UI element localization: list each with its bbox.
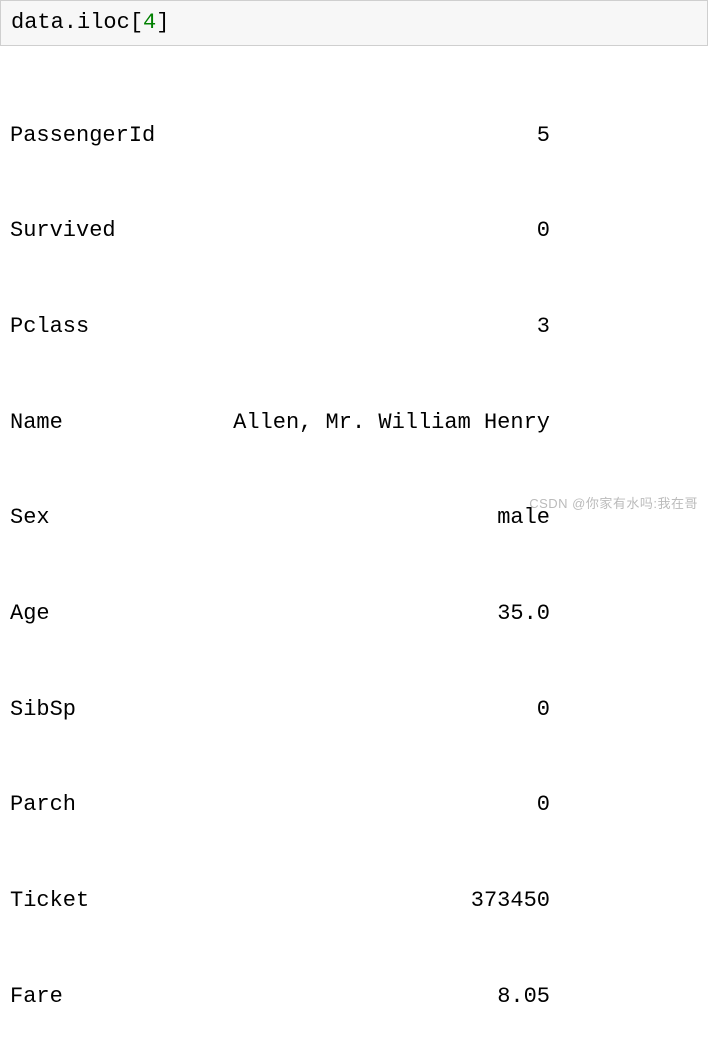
series-label: Fare [10, 981, 63, 1013]
table-row: Ticket 373450 [10, 885, 550, 917]
series-value: Allen, Mr. William Henry [233, 407, 550, 439]
series-label: Survived [10, 215, 116, 247]
series-value: 373450 [471, 885, 550, 917]
series-label: PassengerId [10, 120, 155, 152]
table-row: SibSp 0 [10, 694, 550, 726]
series-value: 0 [537, 789, 550, 821]
table-row: Age 35.0 [10, 598, 550, 630]
table-row: PassengerId 5 [10, 120, 550, 152]
series-value: 35.0 [497, 598, 550, 630]
table-row: Fare 8.05 [10, 981, 550, 1013]
watermark-text: CSDN @你家有水吗:我在哥 [529, 495, 698, 514]
series-value: 8.05 [497, 981, 550, 1013]
series-label: Parch [10, 789, 76, 821]
series-value: 0 [537, 215, 550, 247]
table-row: Name Allen, Mr. William Henry [10, 407, 550, 439]
code-suffix: ] [156, 10, 169, 35]
series-value: 3 [537, 311, 550, 343]
code-input-cell: data.iloc[4] [0, 0, 708, 46]
series-label: Name [10, 407, 63, 439]
output-cell: PassengerId 5 Survived 0 Pclass 3 Name Allen… [0, 46, 708, 1040]
series-value: 0 [537, 694, 550, 726]
table-row: Parch 0 [10, 789, 550, 821]
series-label: Ticket [10, 885, 89, 917]
code-index: 4 [143, 10, 156, 35]
table-row: Pclass 3 [10, 311, 550, 343]
series-value: 5 [537, 120, 550, 152]
table-row: Sexmale [10, 502, 550, 534]
series-label: Sex [10, 502, 50, 534]
code-prefix: data.iloc[ [11, 10, 143, 35]
series-label: Pclass [10, 311, 89, 343]
table-row: Survived 0 [10, 215, 550, 247]
series-label: Age [10, 598, 50, 630]
series-label: SibSp [10, 694, 76, 726]
